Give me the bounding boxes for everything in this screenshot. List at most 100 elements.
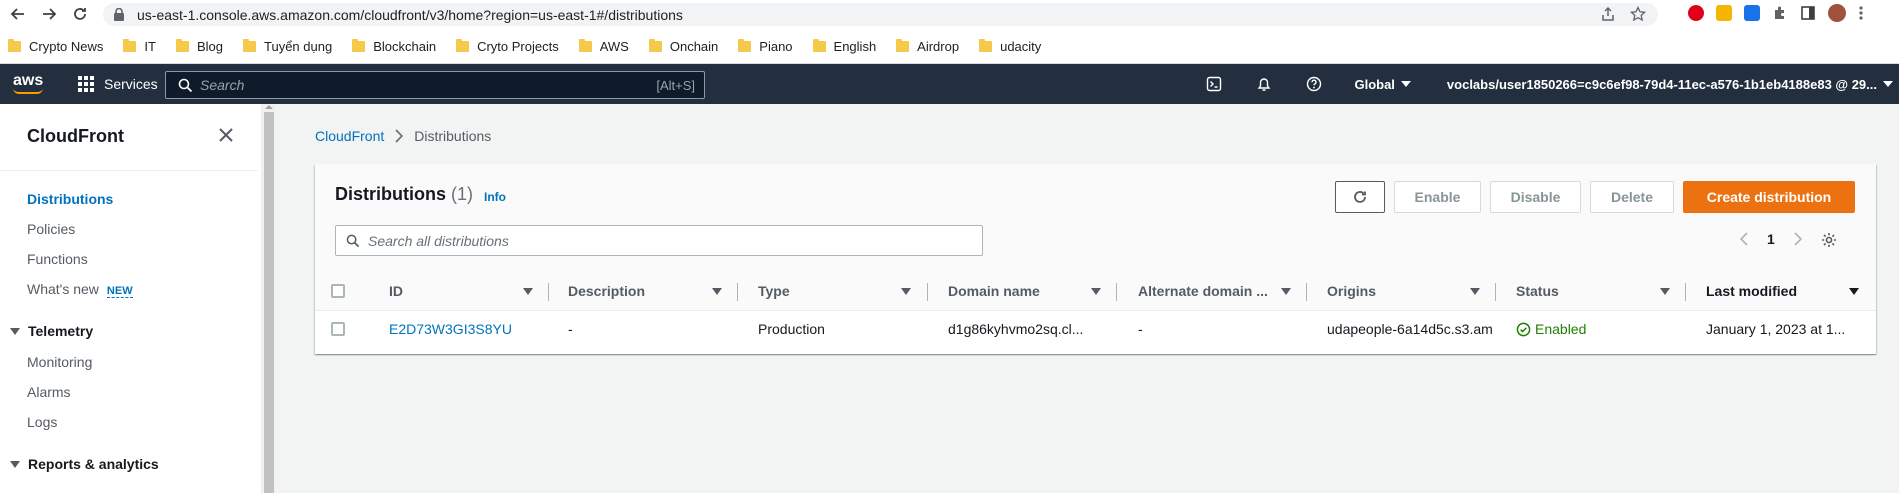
folder-icon [979, 38, 993, 52]
sort-icon[interactable] [1091, 288, 1101, 295]
distribution-count: (1) [451, 184, 474, 204]
chevron-left-icon[interactable] [1739, 232, 1749, 246]
sort-icon[interactable] [1660, 288, 1670, 295]
select-all-checkbox[interactable] [331, 284, 345, 298]
sidebar-section-reports[interactable]: Reports & analytics [10, 456, 159, 472]
bookmark-item[interactable]: Crypto News [8, 38, 103, 54]
bookmark-item[interactable]: Airdrop [896, 38, 959, 54]
column-header-domain-name[interactable]: Domain name [948, 271, 1040, 311]
bookmark-star-icon[interactable] [1630, 6, 1646, 22]
close-icon[interactable] [218, 127, 234, 143]
menu-dots-icon[interactable] [1858, 5, 1864, 21]
refresh-icon [1354, 191, 1366, 203]
sidebar-item-alarms[interactable]: Alarms [27, 384, 71, 400]
sidebar-item-functions[interactable]: Functions [27, 251, 88, 267]
column-divider[interactable] [737, 283, 738, 301]
sort-icon[interactable] [1470, 288, 1480, 295]
column-header-alternate-domain[interactable]: Alternate domain ... [1138, 271, 1268, 311]
distribution-id-link[interactable]: E2D73W3GI3S8YU [389, 321, 512, 337]
extension-yellow-icon[interactable] [1716, 5, 1732, 21]
info-link[interactable]: Info [484, 190, 506, 204]
profile-avatar[interactable] [1828, 4, 1846, 22]
gear-icon[interactable] [1821, 232, 1837, 248]
sidebar-section-telemetry[interactable]: Telemetry [10, 323, 93, 339]
column-divider[interactable] [927, 283, 928, 301]
bookmark-item[interactable]: Blog [175, 38, 223, 54]
bookmark-item[interactable]: Blockchain [352, 38, 436, 54]
column-divider[interactable] [1685, 283, 1686, 301]
bookmark-item[interactable]: Cryto Projects [456, 38, 559, 54]
aws-logo[interactable]: aws [12, 70, 46, 98]
bookmark-item[interactable]: Piano [738, 38, 793, 54]
address-bar[interactable]: us-east-1.console.aws.amazon.com/cloudfr… [103, 3, 1658, 26]
breadcrumb-current: Distributions [414, 128, 492, 144]
column-header-description[interactable]: Description [568, 271, 645, 311]
bookmark-item[interactable]: udacity [979, 38, 1041, 54]
column-divider[interactable] [1495, 283, 1496, 301]
sort-icon[interactable] [901, 288, 911, 295]
column-divider[interactable] [548, 283, 549, 301]
current-page[interactable]: 1 [1767, 231, 1775, 247]
extension-red-icon[interactable] [1688, 5, 1704, 21]
help-icon[interactable] [1304, 74, 1324, 94]
region-selector[interactable]: Global [1354, 77, 1411, 92]
disable-button[interactable]: Disable [1490, 181, 1581, 213]
bookmark-item[interactable]: AWS [578, 38, 629, 54]
column-header-type[interactable]: Type [758, 271, 790, 311]
column-header-id[interactable]: ID [389, 271, 403, 311]
refresh-button[interactable] [1335, 181, 1385, 213]
bookmark-item[interactable]: Tuyển dụng [243, 38, 332, 54]
reload-icon[interactable] [68, 2, 92, 26]
sidebar-scrollbar[interactable] [262, 104, 276, 493]
delete-button[interactable]: Delete [1590, 181, 1674, 213]
folder-icon [243, 38, 257, 52]
bookmark-item[interactable]: Onchain [648, 38, 718, 54]
sidebar-item-logs[interactable]: Logs [27, 414, 57, 430]
table-row-domain-name: d1g86kyhvmo2sq.cl... [948, 321, 1084, 337]
sidebar-item-monitoring[interactable]: Monitoring [27, 354, 92, 370]
table-row-type: Production [758, 321, 825, 337]
extension-blue-icon[interactable] [1744, 5, 1760, 21]
chevron-right-icon [395, 129, 404, 143]
notifications-bell-icon[interactable] [1254, 74, 1274, 94]
folder-icon [738, 38, 752, 52]
sort-icon[interactable] [712, 288, 722, 295]
sidebar-item-distributions[interactable]: Distributions [27, 191, 113, 207]
row-select-checkbox[interactable] [331, 322, 345, 336]
bookmark-item[interactable]: English [812, 38, 876, 54]
share-icon[interactable] [1600, 6, 1616, 22]
sort-descending-icon[interactable] [1849, 288, 1859, 295]
column-header-origins[interactable]: Origins [1327, 271, 1376, 311]
pagination: 1 [1739, 231, 1803, 247]
folder-icon [578, 38, 592, 52]
new-badge: NEW [106, 285, 133, 298]
scrollbar-thumb[interactable] [264, 112, 274, 493]
table-row-id[interactable]: E2D73W3GI3S8YU [389, 314, 512, 344]
aws-top-nav: aws Services Search [Alt+S] Global vocla… [0, 64, 1899, 104]
divider [0, 170, 258, 171]
sidebar-item-policies[interactable]: Policies [27, 221, 75, 237]
column-header-last-modified[interactable]: Last modified [1706, 271, 1797, 311]
distribution-search-input[interactable]: Search all distributions [335, 225, 983, 256]
sidebar-item-whats-new[interactable]: What's new NEW [27, 281, 133, 298]
cloudshell-icon[interactable] [1204, 74, 1224, 94]
sort-icon[interactable] [1281, 288, 1291, 295]
column-header-status[interactable]: Status [1516, 271, 1559, 311]
sort-icon[interactable] [523, 288, 533, 295]
column-divider[interactable] [1306, 283, 1307, 301]
enable-button[interactable]: Enable [1394, 181, 1481, 213]
forward-icon[interactable] [37, 2, 61, 26]
create-distribution-button[interactable]: Create distribution [1683, 181, 1855, 213]
services-menu[interactable]: Services [78, 76, 158, 92]
column-divider[interactable] [1116, 283, 1117, 301]
back-icon[interactable] [6, 2, 30, 26]
breadcrumb-cloudfront-link[interactable]: CloudFront [315, 128, 384, 144]
scroll-up-icon [265, 105, 273, 109]
extensions-puzzle-icon[interactable] [1772, 5, 1788, 21]
chevron-right-icon[interactable] [1793, 232, 1803, 246]
table-header-row: ID Description Type Domain name Alternat… [315, 271, 1876, 311]
bookmark-item[interactable]: IT [123, 38, 156, 54]
side-panel-icon[interactable] [1800, 5, 1816, 21]
account-menu[interactable]: voclabs/user1850266=c9c6ef98-79d4-11ec-a… [1447, 77, 1893, 92]
console-search-input[interactable]: Search [Alt+S] [165, 71, 705, 99]
